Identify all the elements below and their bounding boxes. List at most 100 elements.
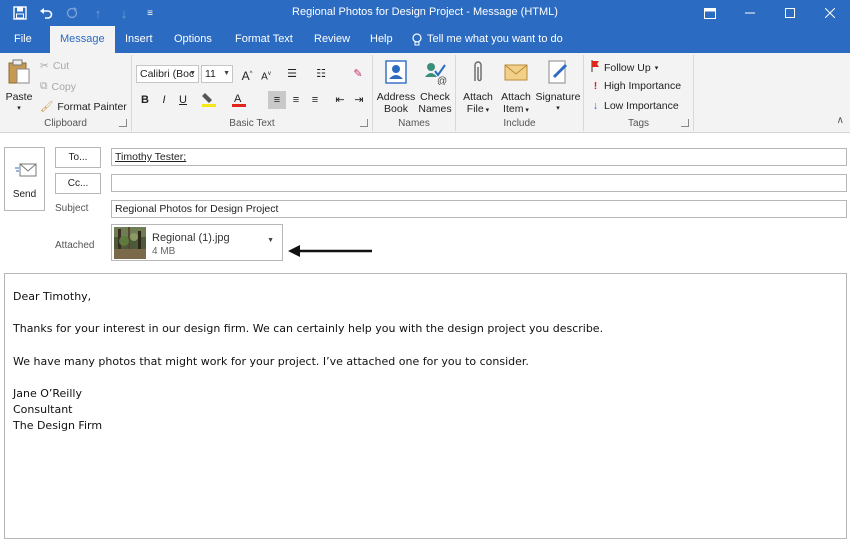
italic-button[interactable]: I	[155, 91, 173, 109]
minimize-icon[interactable]	[730, 0, 770, 26]
align-left-icon[interactable]: ≡	[268, 91, 286, 109]
align-center-icon[interactable]: ≡	[287, 91, 305, 109]
chevron-down-icon: ▼	[189, 70, 196, 77]
tags-dialog-launcher-icon[interactable]	[681, 119, 689, 127]
font-color-icon[interactable]: A	[230, 91, 248, 109]
check-names-button[interactable]: @ Check Names	[415, 59, 455, 115]
chevron-down-icon: ▼	[223, 70, 230, 77]
to-button[interactable]: To...	[55, 147, 101, 168]
tab-help[interactable]: Help	[360, 26, 403, 53]
check-names-label-1: Check	[420, 91, 450, 103]
signature-icon	[534, 59, 582, 88]
down-arrow-icon: ↓	[592, 100, 599, 112]
clipboard-dialog-launcher-icon[interactable]	[119, 119, 127, 127]
basic-text-group-label: Basic Text	[229, 118, 275, 129]
shrink-font-label: A	[261, 71, 268, 83]
high-importance-button[interactable]: ! High Importance	[591, 80, 681, 92]
svg-text:@: @	[437, 76, 447, 85]
copy-button[interactable]: ⧉ Copy	[40, 80, 76, 93]
subject-label: Subject	[55, 203, 89, 214]
include-group-label: Include	[503, 118, 536, 129]
cc-field[interactable]	[111, 174, 847, 192]
numbering-icon[interactable]: ☷	[312, 65, 330, 83]
attachment-name: Regional (1).jpg	[152, 232, 230, 244]
signature-title: Consultant	[13, 403, 73, 416]
attach-item-button[interactable]: Attach Item ▾	[496, 59, 536, 117]
tab-options[interactable]: Options	[164, 26, 222, 53]
ribbon-tabs: File Message Insert Options Format Text …	[0, 26, 850, 53]
tags-group: Follow Up ▾ ! High Importance ↓ Low Impo…	[584, 55, 694, 131]
tab-insert[interactable]: Insert	[115, 26, 163, 53]
address-book-label-2: Book	[384, 103, 408, 115]
basic-text-dialog-launcher-icon[interactable]	[360, 119, 368, 127]
basic-text-group: Calibri (Boc ▼ 11 ▼ A^ Av ☰ ☷ ✎ B I U A …	[132, 55, 373, 131]
envelope-icon	[496, 59, 536, 88]
arrow-left-icon	[288, 245, 372, 257]
send-button[interactable]: Send	[4, 147, 45, 211]
address-book-button[interactable]: Address Book	[376, 59, 416, 115]
signature-company: The Design Firm	[13, 419, 103, 432]
to-recipient: Timothy Tester;	[115, 151, 187, 163]
follow-up-button[interactable]: Follow Up ▾	[591, 60, 658, 75]
check-names-label-2: Names	[418, 103, 452, 115]
attachment-item[interactable]: Regional (1).jpg 4 MB ▼	[111, 224, 283, 261]
signature-button[interactable]: Signature ▾	[534, 59, 582, 115]
bold-button[interactable]: B	[136, 91, 154, 109]
send-label: Send	[12, 189, 37, 200]
paste-button[interactable]: Paste ▾	[4, 59, 34, 115]
clipboard-group-label: Clipboard	[44, 118, 87, 129]
flag-icon	[591, 60, 600, 75]
cut-label: Cut	[52, 60, 70, 72]
to-field[interactable]: Timothy Tester;	[111, 148, 847, 166]
names-group-label: Names	[398, 118, 430, 129]
attach-item-label-1: Attach	[501, 91, 531, 103]
cc-button[interactable]: Cc...	[55, 173, 101, 194]
greeting-line: Dear Timothy,	[13, 290, 92, 303]
tab-review[interactable]: Review	[304, 26, 360, 53]
tab-message[interactable]: Message	[50, 26, 115, 53]
font-size-box[interactable]: 11 ▼	[201, 65, 233, 83]
paintbrush-icon: 🖌	[40, 101, 54, 113]
signature-name: Jane O’Reilly	[13, 387, 82, 400]
format-painter-button[interactable]: 🖌 Format Painter	[40, 100, 127, 114]
attachment-thumbnail	[114, 227, 146, 259]
tab-format-text[interactable]: Format Text	[225, 26, 303, 53]
copy-label: Copy	[51, 80, 77, 93]
decrease-indent-icon[interactable]: ⇤	[331, 91, 349, 109]
cut-button[interactable]: ✂ Cut	[40, 60, 69, 72]
body-paragraph: We have many photos that might work for …	[13, 355, 529, 368]
copy-icon: ⧉	[40, 80, 48, 92]
attach-file-button[interactable]: Attach File ▾	[458, 59, 498, 117]
ribbon-display-icon[interactable]	[690, 0, 730, 26]
paste-icon	[4, 59, 34, 88]
restore-icon[interactable]	[770, 0, 810, 26]
svg-text:A: A	[234, 93, 242, 105]
bullets-icon[interactable]: ☰	[283, 65, 301, 83]
underline-button[interactable]: U	[174, 91, 192, 109]
subject-field[interactable]: Regional Photos for Design Project	[111, 200, 847, 218]
exclamation-icon: !	[593, 80, 598, 92]
tab-file[interactable]: File	[4, 26, 42, 53]
attached-label: Attached	[55, 240, 95, 251]
high-importance-label: High Importance	[604, 80, 682, 92]
window-controls	[690, 0, 850, 26]
collapse-ribbon-icon[interactable]: ∧	[837, 115, 844, 126]
font-name-box[interactable]: Calibri (Boc ▼	[136, 65, 199, 83]
clear-formatting-icon[interactable]: ✎	[349, 65, 367, 83]
attachment-size: 4 MB	[152, 246, 176, 257]
highlight-icon[interactable]	[200, 91, 218, 109]
align-right-icon[interactable]: ≡	[306, 91, 324, 109]
font-size-value: 11	[205, 68, 216, 80]
increase-indent-icon[interactable]: ⇥	[350, 91, 368, 109]
send-icon	[15, 162, 37, 181]
grow-font-button[interactable]: A^	[238, 65, 256, 83]
paste-label: Paste	[5, 91, 33, 103]
close-icon[interactable]	[810, 0, 850, 26]
tell-me-box[interactable]: Tell me what you want to do	[412, 26, 563, 53]
low-importance-button[interactable]: ↓ Low Importance	[591, 100, 679, 112]
lightbulb-icon	[412, 33, 422, 46]
chevron-down-icon[interactable]: ▼	[267, 237, 274, 244]
message-body[interactable]: Dear Timothy, Thanks for your interest i…	[4, 273, 847, 539]
shrink-font-button[interactable]: Av	[257, 65, 275, 83]
ribbon: Paste ▾ ✂ Cut ⧉ Copy 🖌 Format Painter Cl…	[0, 53, 850, 133]
